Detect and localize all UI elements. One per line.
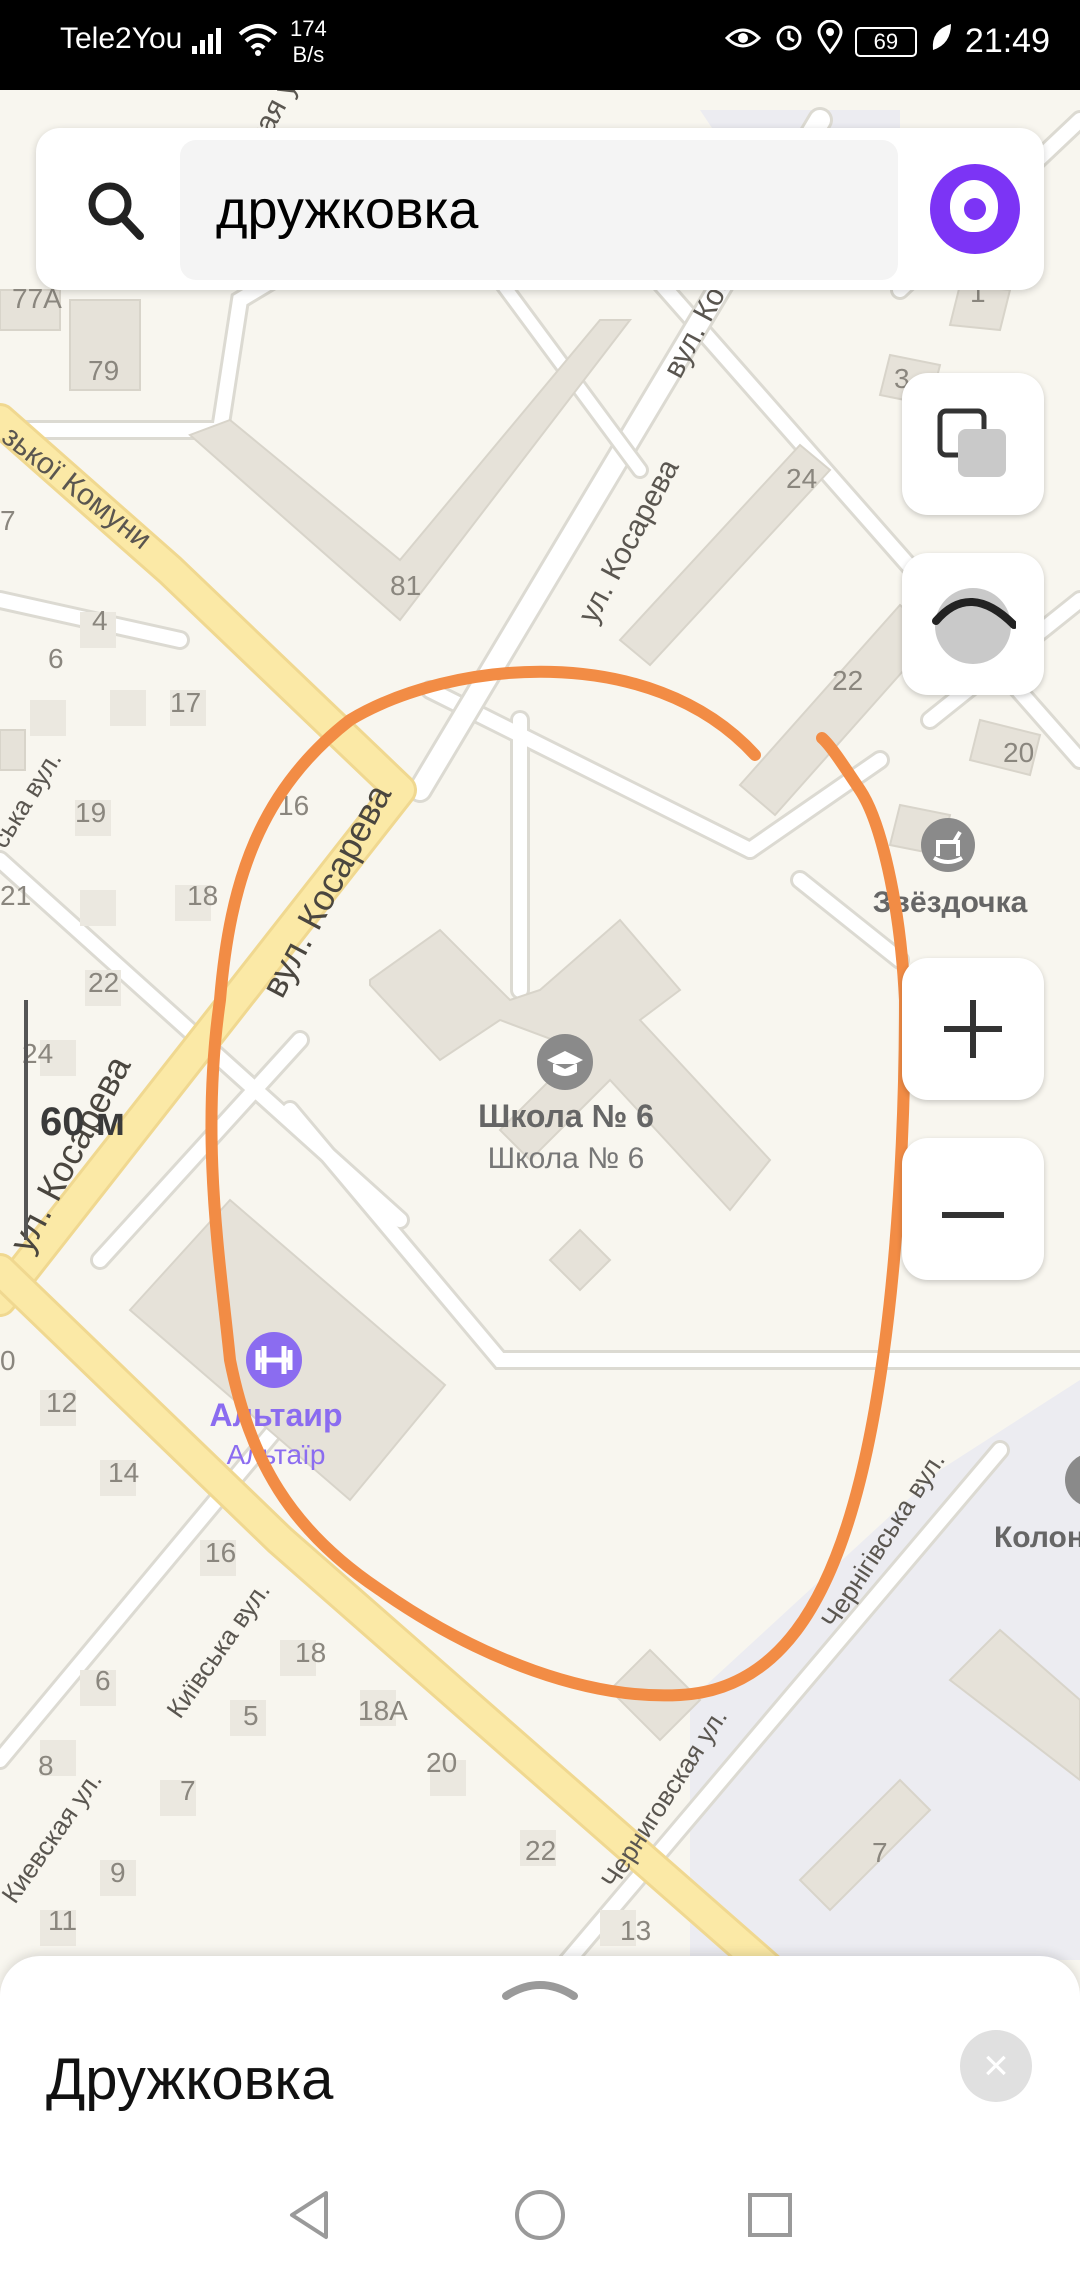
house-number: 13 xyxy=(620,1915,651,1946)
poi-label: Школа № 6 xyxy=(478,1098,654,1134)
poi-label: Колон xyxy=(994,1521,1080,1554)
system-nav-bar xyxy=(0,2155,1080,2280)
close-icon: × xyxy=(983,2041,1009,2090)
compass-button[interactable] xyxy=(902,553,1044,695)
layers-button[interactable] xyxy=(902,373,1044,515)
house-number: 5 xyxy=(243,1700,259,1731)
house-number: 22 xyxy=(832,665,863,696)
house-number: 24 xyxy=(786,463,817,494)
clock-time: 21:49 xyxy=(964,22,1050,60)
poi-label: Школа № 6 xyxy=(488,1142,645,1175)
plus-icon xyxy=(942,998,1004,1065)
search-input[interactable] xyxy=(180,140,898,280)
zoom-out-button[interactable] xyxy=(902,1138,1044,1280)
wifi-icon xyxy=(236,22,280,63)
leaf-icon xyxy=(929,22,953,61)
house-number: 79 xyxy=(88,355,119,386)
recents-square-icon[interactable] xyxy=(740,2185,800,2245)
place-title: Дружковка xyxy=(46,2047,334,2112)
house-number: 19 xyxy=(75,797,106,828)
network-speed-unit: B/s xyxy=(292,42,325,67)
poi-label: Альтаїр xyxy=(227,1439,326,1470)
poi-label: Альтаир xyxy=(210,1397,343,1433)
house-number: 81 xyxy=(390,570,421,601)
search-icon[interactable] xyxy=(80,176,150,246)
close-button[interactable]: × xyxy=(960,2030,1032,2102)
alarm-icon xyxy=(773,21,805,62)
house-number: 21 xyxy=(0,880,31,911)
alice-voice-button[interactable] xyxy=(930,164,1020,254)
network-speed: 174 B/s xyxy=(290,16,327,68)
house-number: 18А xyxy=(358,1695,408,1726)
house-number: 22 xyxy=(525,1835,556,1866)
chevron-up-icon[interactable] xyxy=(500,1972,580,2004)
house-number: 12 xyxy=(46,1387,77,1418)
house-number: 11 xyxy=(48,1905,77,1936)
layers-icon xyxy=(936,407,1010,486)
house-number: 14 xyxy=(108,1457,139,1488)
search-bar xyxy=(36,128,1044,290)
house-number: 8 xyxy=(38,1750,54,1781)
status-bar: Tele2You 174 B/s 69 21:49 xyxy=(0,0,1080,90)
carrier-label: Tele2You xyxy=(60,22,183,55)
battery-indicator: 69 xyxy=(854,26,917,57)
back-triangle-icon[interactable] xyxy=(280,2185,340,2245)
scale-label: 60 м xyxy=(40,1100,125,1144)
network-speed-value: 174 xyxy=(290,16,327,41)
compass-icon xyxy=(930,581,1018,672)
signal-icon xyxy=(190,24,221,63)
house-number: 17 xyxy=(170,687,201,718)
zoom-in-button[interactable] xyxy=(902,958,1044,1100)
house-number: 7 xyxy=(180,1775,196,1806)
home-circle-icon[interactable] xyxy=(510,2185,570,2245)
house-number: 6 xyxy=(95,1665,111,1696)
house-number: 7 xyxy=(0,505,16,536)
house-number: 20 xyxy=(426,1747,457,1778)
house-number: 9 xyxy=(110,1857,126,1888)
status-icons: 69 21:49 xyxy=(724,19,1050,63)
house-number: 22 xyxy=(88,967,119,998)
house-number: 6 xyxy=(48,643,64,674)
eye-icon xyxy=(724,22,762,61)
house-number: 16 xyxy=(205,1537,236,1568)
house-number: 4 xyxy=(92,605,108,636)
location-icon xyxy=(817,19,843,63)
house-number: 18 xyxy=(295,1637,326,1668)
house-number: 7 xyxy=(872,1837,888,1868)
house-number: 20 xyxy=(1003,737,1034,768)
house-number: 18 xyxy=(187,880,218,911)
minus-icon xyxy=(942,1206,1004,1224)
house-number: 0 xyxy=(0,1345,16,1376)
